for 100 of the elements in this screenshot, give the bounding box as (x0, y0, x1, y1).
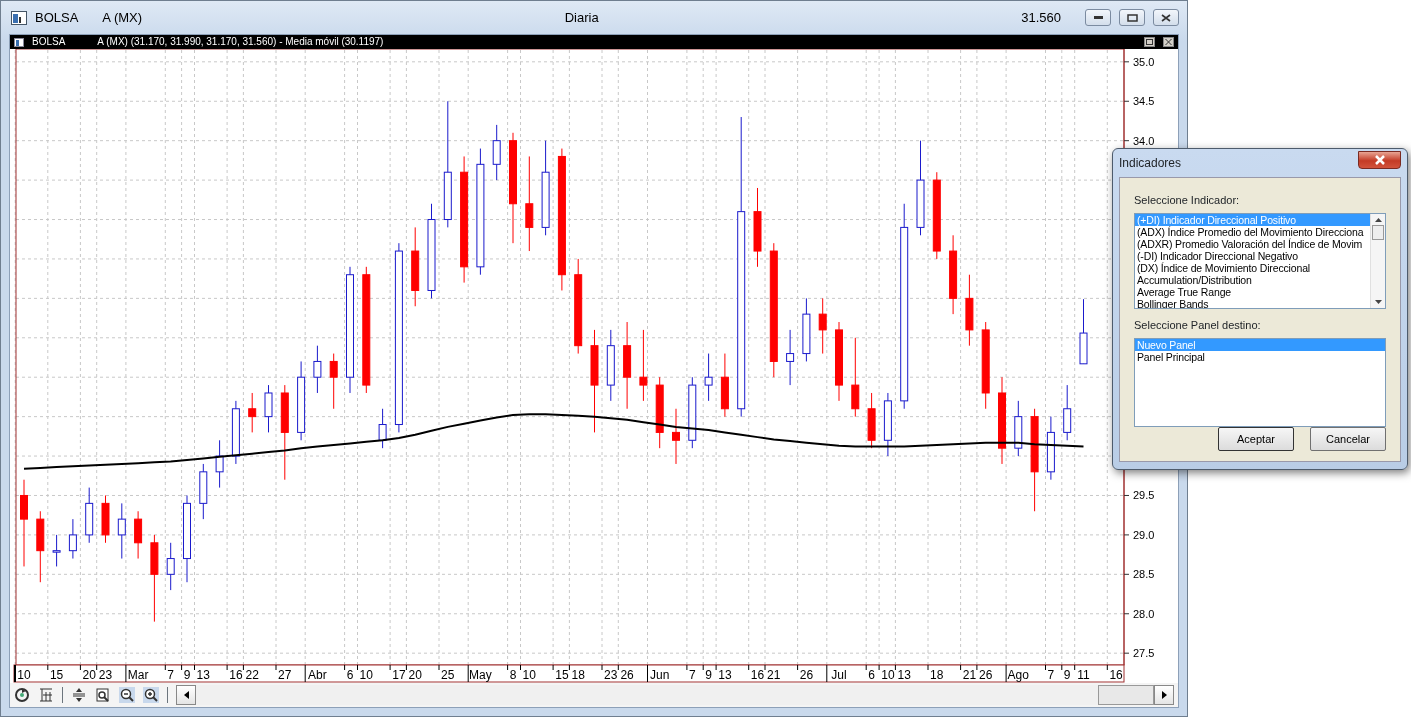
axis-label: 13 (718, 668, 732, 682)
instrument-label: A (MX) (102, 8, 143, 27)
candlestick (199, 463, 208, 520)
zoom-in-icon[interactable] (143, 687, 159, 703)
candlestick (883, 392, 892, 457)
axis-label: 6 (868, 668, 875, 682)
candlestick (231, 400, 240, 465)
axis-label: 13 (196, 668, 210, 682)
axis-label: 23 (98, 668, 113, 682)
axis-label: Abr (308, 668, 327, 682)
candlestick (492, 124, 501, 181)
axis-label: 34.0 (1133, 134, 1155, 147)
candlestick (672, 408, 680, 465)
axis-label: 13 (897, 668, 911, 682)
cancel-button[interactable]: Cancelar (1310, 427, 1386, 451)
axis-label: 10 (359, 668, 373, 682)
candlestick (1014, 400, 1023, 457)
close-icon (1161, 13, 1171, 22)
candlestick (52, 534, 61, 567)
axis-label: 18 (930, 668, 944, 682)
list-item[interactable]: (-DI) Indicador Direccional Negativo (1135, 249, 1370, 262)
axis-label: 9 (1063, 668, 1071, 682)
axis-label: Ago (1007, 668, 1029, 682)
list-item[interactable]: (ADXR) Promedio Valoración del Índice de Movim (1135, 237, 1370, 250)
axis-label: 11 (1077, 668, 1090, 682)
axis-label: 7 (167, 668, 175, 682)
symbol-label: BOLSA (32, 35, 66, 49)
right-arrow-icon (1161, 691, 1167, 699)
close-button[interactable] (1153, 9, 1179, 26)
close-button[interactable] (1358, 151, 1401, 169)
candlestick (117, 502, 126, 560)
vertical-resize-icon[interactable] (71, 687, 87, 703)
axis-label: 7 (688, 668, 696, 682)
axis-label: 21 (767, 668, 781, 682)
candlestick (720, 353, 729, 418)
candlestick (329, 353, 338, 410)
axis-label: 27 (278, 668, 292, 682)
axis-label: 17 (392, 668, 406, 682)
axis-label: 35.0 (1133, 55, 1155, 68)
field-label: Seleccione Panel destino: (1134, 318, 1262, 334)
left-arrow-icon (183, 691, 189, 699)
axis-label: 16 (229, 668, 243, 682)
candlestick (867, 392, 876, 449)
candlestick (802, 297, 811, 362)
scroll-right-button[interactable] (1154, 685, 1174, 705)
axis-label: 21 (962, 668, 977, 682)
list-item[interactable]: Average True Range (1135, 285, 1370, 298)
candlestick (85, 487, 94, 544)
price-label: 31.560 (1021, 8, 1061, 27)
candlestick (704, 353, 713, 402)
minimize-button[interactable] (1085, 9, 1111, 26)
axis-label: 10 (522, 668, 536, 682)
axis-label: Jul (831, 668, 847, 682)
axis-label: 29.5 (1133, 489, 1155, 502)
list-item[interactable]: (ADX) Índice Promedio del Movimiento Direcciona (1135, 225, 1370, 238)
axis-label: 28.5 (1133, 568, 1155, 581)
axis-label: 22 (245, 668, 259, 682)
list-item[interactable]: Panel Principal (1135, 350, 1385, 363)
axis-label: 16 (1109, 668, 1123, 682)
axis-label: 9 (183, 668, 191, 682)
chart-window-icon (11, 10, 27, 25)
indicator-list[interactable] (1134, 212, 1386, 310)
candlestick (248, 392, 257, 433)
axis-label: 16 (750, 668, 765, 682)
candlestick (313, 345, 322, 394)
window-title: BOLSA (35, 8, 79, 27)
restore-icon (1145, 38, 1154, 46)
axis-label: 6 (346, 668, 354, 682)
axis-label: 10 (881, 668, 895, 682)
accept-button[interactable]: Aceptar (1218, 427, 1294, 451)
list-item[interactable]: Accumulation/Distribution (1135, 273, 1370, 286)
candlestick (101, 495, 110, 544)
scrollbar-thumb[interactable] (1372, 225, 1384, 241)
axis-label: Mar (127, 668, 149, 682)
chart-icon (14, 37, 24, 47)
axis-label: 15 (49, 668, 64, 682)
grid-icon[interactable] (38, 687, 54, 703)
axis-label: 9 (705, 668, 712, 682)
axis-label: 26 (799, 668, 814, 682)
dialog-title: Indicadores (1119, 155, 1182, 172)
scroll-down-icon[interactable] (1374, 300, 1382, 305)
quote-info: A (MX) (31.170, 31.990, 31.170, 31.560) - Media móvil (30.1197) (97, 35, 385, 49)
list-item[interactable]: (DX) Índice de Movimiento Direccional (1135, 261, 1370, 274)
zoom-area-icon[interactable] (95, 687, 111, 703)
candlestick (818, 297, 827, 355)
period-label: Diaria (563, 8, 600, 27)
maximize-button[interactable] (1119, 9, 1145, 26)
scroll-left-button[interactable] (176, 685, 196, 705)
close-icon (1373, 155, 1386, 165)
panel-list[interactable]: Nuevo Panel Panel Principal (1134, 337, 1386, 427)
axis-label: 29.0 (1133, 528, 1155, 541)
scrollbar-thumb[interactable] (1098, 685, 1154, 705)
maximize-icon (1126, 13, 1138, 22)
candlestick (215, 439, 224, 489)
axis-label: Jun (650, 668, 670, 682)
zoom-out-icon[interactable] (119, 687, 135, 703)
restore-button[interactable] (1144, 37, 1155, 47)
scroll-up-icon[interactable] (1374, 217, 1382, 222)
axis-label: 25 (441, 668, 455, 682)
candlestick (1079, 298, 1088, 365)
